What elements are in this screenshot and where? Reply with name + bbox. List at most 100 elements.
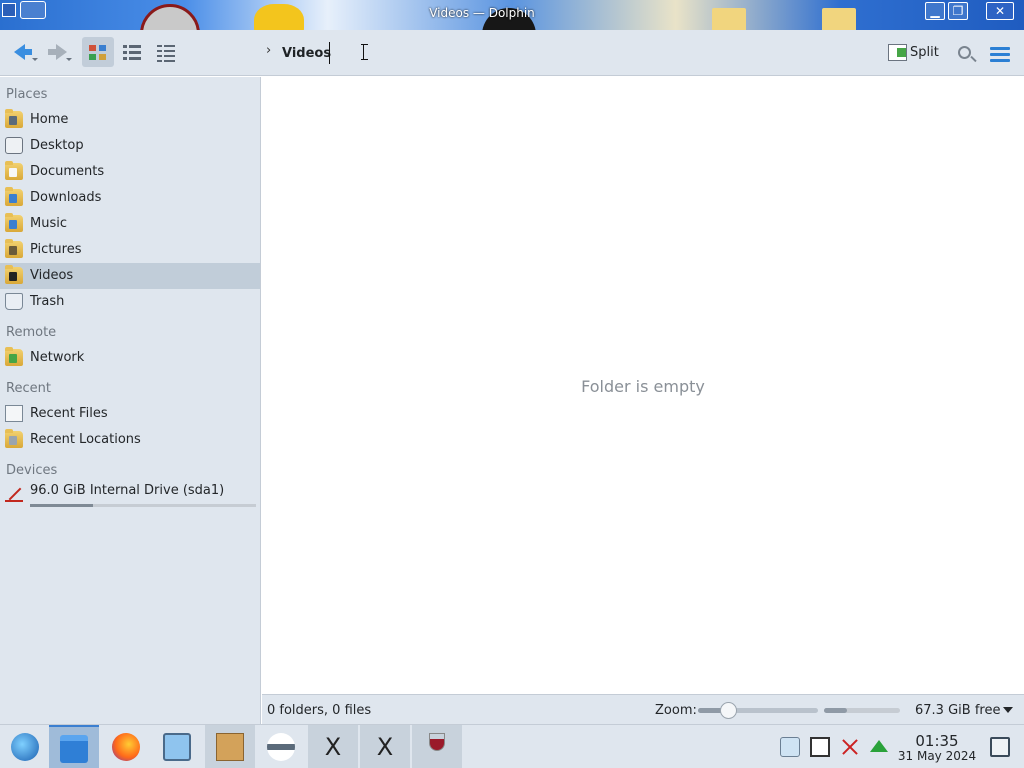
show-desktop-icon[interactable]: [990, 737, 1010, 757]
file-view[interactable]: Folder is empty: [262, 77, 1024, 694]
task-wine[interactable]: [412, 725, 462, 768]
chevron-down-icon: [66, 58, 72, 61]
split-label: Split: [910, 45, 939, 60]
split-view-icon: [888, 44, 907, 61]
dolphin-file-manager-icon: [60, 735, 88, 763]
sidebar-item-documents[interactable]: Documents: [0, 159, 260, 185]
back-button[interactable]: [8, 37, 40, 67]
documents-folder-icon: [5, 161, 23, 180]
task-system-settings[interactable]: [152, 725, 202, 768]
zoom-slider-handle[interactable]: [720, 702, 737, 719]
notes-icon[interactable]: [810, 737, 830, 757]
sidebar-item-label: 96.0 GiB Internal Drive (sda1): [30, 483, 225, 498]
breadcrumb-separator[interactable]: ›: [266, 43, 271, 58]
task-dolphin[interactable]: [49, 725, 99, 768]
status-summary: 0 folders, 0 files: [267, 703, 372, 718]
hard-drive-icon: [5, 485, 23, 502]
package-archive-icon: [216, 733, 244, 761]
sidebar-item-trash[interactable]: Trash: [0, 289, 260, 315]
sidebar-item-music[interactable]: Music: [0, 211, 260, 237]
section-header-devices: Devices: [6, 463, 58, 478]
task-x-app-1[interactable]: X: [308, 725, 358, 768]
clipboard-icon[interactable]: [780, 737, 800, 757]
details-view-icon: [156, 43, 176, 62]
free-space-fill: [824, 708, 847, 713]
view-details-button[interactable]: [150, 37, 182, 67]
drive-usage-bar: [30, 504, 256, 507]
sidebar-item-label: Recent Locations: [30, 432, 141, 447]
places-panel: Places Home Desktop Documents Downloads …: [0, 77, 261, 724]
recent-locations-icon: [5, 429, 23, 448]
wine-glass-icon: [429, 733, 445, 751]
view-compact-button[interactable]: [116, 37, 148, 67]
music-folder-icon: [5, 213, 23, 232]
x-app-icon: X: [324, 733, 342, 761]
home-folder-icon: [5, 109, 23, 128]
sidebar-item-label: Documents: [30, 164, 105, 179]
sidebar-item-downloads[interactable]: Downloads: [0, 185, 260, 211]
chevron-down-icon[interactable]: [1003, 707, 1013, 713]
clock-date[interactable]: 31 May 2024: [895, 749, 979, 763]
maximize-button[interactable]: ❐: [948, 2, 968, 20]
status-bar: 0 folders, 0 files Zoom: 67.3 GiB free: [262, 694, 1024, 724]
task-aircraft-app[interactable]: [256, 725, 306, 768]
sidebar-item-recent-files[interactable]: Recent Files: [0, 401, 260, 427]
start-menu-button[interactable]: [0, 725, 50, 768]
close-button[interactable]: ✕: [986, 2, 1014, 20]
search-icon[interactable]: [958, 46, 971, 59]
forward-button[interactable]: [42, 37, 74, 67]
sidebar-item-label: Desktop: [30, 138, 84, 153]
zoom-slider[interactable]: [698, 702, 818, 719]
sidebar-item-label: Pictures: [30, 242, 82, 257]
ibeam-cursor-icon: [361, 44, 368, 60]
task-x-app-2[interactable]: X: [360, 725, 410, 768]
hamburger-menu-icon[interactable]: [990, 46, 1010, 62]
section-header-remote: Remote: [6, 325, 57, 340]
network-folder-icon: [5, 347, 23, 366]
firefox-icon: [112, 733, 140, 761]
sidebar-item-label: Trash: [30, 294, 65, 309]
sidebar-item-internal-drive[interactable]: 96.0 GiB Internal Drive (sda1): [0, 481, 260, 511]
split-button[interactable]: Split: [884, 38, 945, 68]
sidebar-item-label: Downloads: [30, 190, 102, 205]
start-menu-icon: [11, 733, 39, 761]
free-space-bar: [824, 708, 900, 713]
videos-folder-icon: [5, 265, 23, 284]
task-firefox[interactable]: [101, 725, 151, 768]
task-package-archive[interactable]: [205, 725, 255, 768]
network-disconnected-icon[interactable]: [840, 737, 860, 757]
sidebar-item-label: Music: [30, 216, 67, 231]
minimize-button[interactable]: ▁: [925, 2, 945, 20]
desktop-icon: [5, 137, 23, 154]
text-caret: [329, 42, 330, 64]
sidebar-item-label: Recent Files: [30, 406, 108, 421]
taskbar: X X 01:35 31 May 2024: [0, 724, 1024, 768]
sidebar-item-network[interactable]: Network: [0, 345, 260, 371]
updates-arrow-icon[interactable]: [870, 740, 888, 752]
title-bar[interactable]: Videos — Dolphin ▁ ❐ ✕: [0, 0, 1024, 30]
trash-icon: [5, 293, 23, 310]
sidebar-item-desktop[interactable]: Desktop: [0, 133, 260, 159]
clock-time[interactable]: 01:35: [900, 732, 974, 750]
sidebar-item-label: Videos: [30, 268, 74, 283]
window-title: Videos — Dolphin: [429, 6, 535, 20]
toolbar: › Videos Split: [0, 30, 1024, 76]
zoom-label: Zoom:: [655, 703, 697, 718]
sidebar-item-recent-locations[interactable]: Recent Locations: [0, 427, 260, 453]
sidebar-item-label: Home: [30, 112, 69, 127]
sidebar-item-pictures[interactable]: Pictures: [0, 237, 260, 263]
view-icons-button[interactable]: [82, 37, 114, 67]
empty-folder-message: Folder is empty: [581, 377, 705, 396]
sidebar-item-home[interactable]: Home: [0, 107, 260, 133]
x-app-icon: X: [376, 733, 394, 761]
free-space-label[interactable]: 67.3 GiB free: [915, 703, 1000, 718]
recent-files-icon: [5, 405, 23, 422]
chevron-down-icon: [32, 58, 38, 61]
sidebar-item-label: Network: [30, 350, 85, 365]
pictures-folder-icon: [5, 239, 23, 258]
icons-view-icon: [88, 43, 108, 61]
go-previous-icon: [14, 44, 32, 60]
breadcrumb-current[interactable]: Videos: [282, 46, 331, 61]
sidebar-item-videos[interactable]: Videos: [0, 263, 260, 289]
downloads-folder-icon: [5, 187, 23, 206]
